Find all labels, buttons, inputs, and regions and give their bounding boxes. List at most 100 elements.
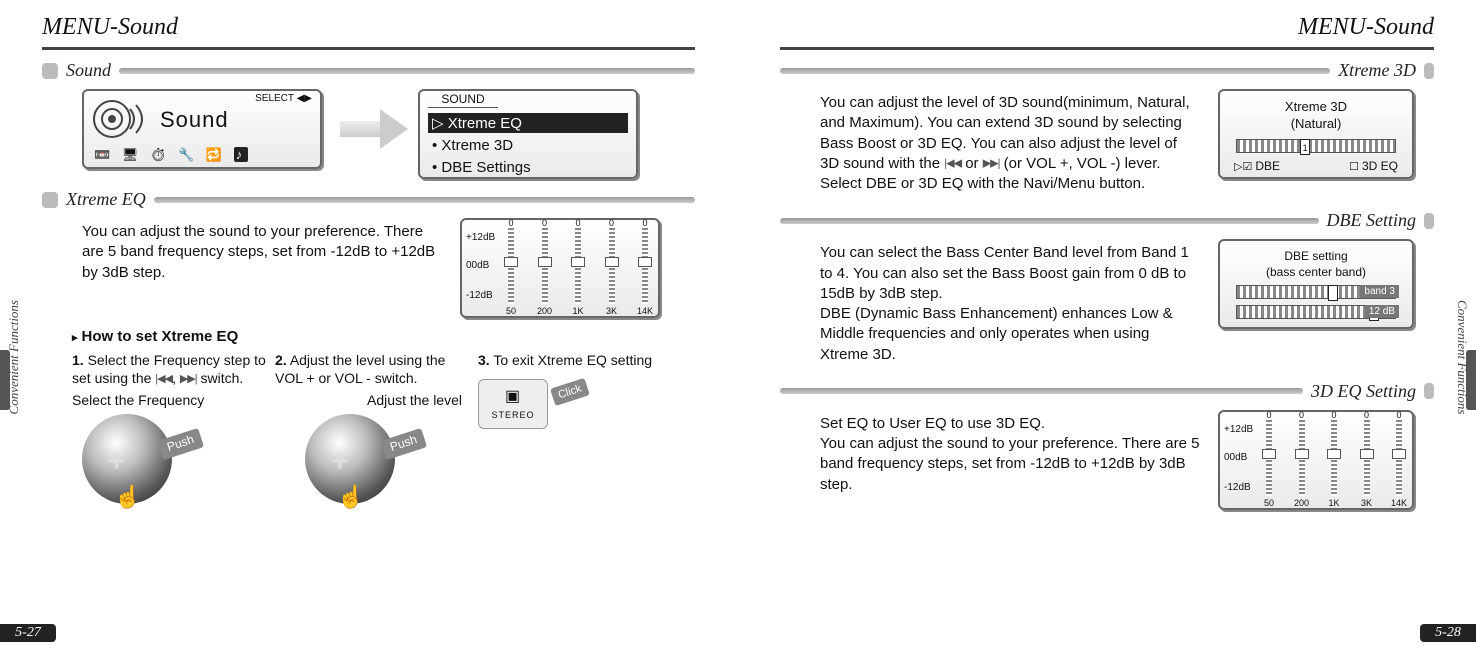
- section-xtreme3d-title: Xtreme 3D: [780, 60, 1434, 81]
- menu-item[interactable]: Xtreme 3D: [428, 136, 628, 155]
- page-right: Convenient Functions MENU-Sound Xtreme 3…: [738, 0, 1476, 652]
- section-label: Xtreme 3D: [1338, 60, 1416, 81]
- section-endcap: [1424, 383, 1434, 399]
- section-label: DBE Setting: [1327, 210, 1416, 231]
- sound-label: Sound: [160, 107, 229, 133]
- eq-band-freq: 50: [1258, 498, 1280, 508]
- howto-title: How to set Xtreme EQ: [72, 328, 675, 345]
- eq-band-value: 0: [605, 218, 619, 228]
- step-caption: Adjust the level: [275, 391, 462, 409]
- gain-slider[interactable]: 12 dB: [1236, 305, 1396, 319]
- eq-band-value: 0: [1295, 410, 1309, 420]
- howto-step-1: 1. Select the Frequency step to set usin…: [72, 351, 269, 504]
- eq-label-bot: -12dB: [466, 290, 493, 301]
- slider-knob[interactable]: 1: [1300, 139, 1310, 155]
- section-bar: [154, 197, 695, 203]
- eq-band-freq: 200: [1291, 498, 1313, 508]
- header-rule: [42, 47, 695, 50]
- stereo-label: STEREO: [491, 410, 534, 422]
- eq-band-freq: 14K: [1388, 498, 1410, 508]
- page-number: 5-27: [0, 624, 56, 642]
- navi-dial[interactable]: + ☝ Push: [295, 414, 415, 504]
- eq-band[interactable]: 0200: [1295, 420, 1309, 496]
- section-bar: [780, 388, 1303, 394]
- plus-icon: +: [108, 442, 126, 481]
- rewind-icon: |◀◀: [155, 373, 172, 385]
- howto-step-2: 2. Adjust the level using the VOL + or V…: [275, 351, 472, 504]
- slider-tag: band 3: [1360, 285, 1399, 298]
- eq-band-value: 0: [504, 218, 518, 228]
- mode-icon: 🔁: [206, 147, 226, 162]
- slider-knob[interactable]: [1328, 285, 1338, 301]
- eq-bands: 050 0200 01K 03K 014K: [504, 228, 652, 304]
- eq-band-value: 0: [538, 218, 552, 228]
- mode-icon: 📼: [94, 147, 114, 162]
- howto-steps: 1. Select the Frequency step to set usin…: [72, 351, 675, 504]
- section-bar: [119, 68, 695, 74]
- eq-bands: 050 0200 01K 03K 014K: [1262, 420, 1406, 496]
- page-left: Convenient Functions MENU-Sound Sound SE…: [0, 0, 738, 652]
- eq-band-value: 0: [571, 218, 585, 228]
- rewind-icon: |◀◀: [944, 157, 961, 169]
- step-text: switch.: [201, 370, 244, 386]
- click-badge: Click: [550, 378, 590, 406]
- menu-item[interactable]: DBE Settings: [428, 158, 628, 177]
- step-number: 2.: [275, 352, 287, 368]
- mode-icon: ⏱: [150, 147, 171, 162]
- level-slider[interactable]: 1: [1236, 139, 1396, 153]
- eq-band[interactable]: 03K: [1360, 420, 1374, 496]
- dbe-para: You can select the Bass Center Band leve…: [820, 243, 1200, 365]
- eq-band[interactable]: 014K: [1392, 420, 1406, 496]
- eq-band-freq: 200: [534, 306, 556, 316]
- step-text: To exit Xtreme EQ setting: [493, 352, 652, 368]
- section-label: Sound: [66, 60, 111, 81]
- stereo-button[interactable]: ▣ STEREO: [478, 379, 548, 429]
- hand-icon: ☝: [114, 483, 141, 512]
- slider-tag: 12 dB: [1365, 305, 1399, 318]
- mode-icon: 🔧: [178, 147, 198, 162]
- eq-screen: +12dB 00dB -12dB 050 0200 01K 03K 014K: [460, 218, 660, 318]
- mode-icon: 🖥: [122, 147, 143, 162]
- para-text: or: [965, 155, 983, 172]
- section-bar: [780, 68, 1330, 74]
- arrow-icon: [340, 109, 400, 149]
- device-screen-sound: SELECT ◀▶ Sound 📼 🖥 ⏱ 🔧 🔁 ♪: [82, 89, 322, 169]
- eq-band[interactable]: 050: [504, 228, 518, 304]
- side-label: Convenient Functions: [6, 300, 24, 414]
- sound-screens-row: SELECT ◀▶ Sound 📼 🖥 ⏱ 🔧 🔁 ♪ SOUND Xtreme…: [82, 89, 675, 179]
- eq-band-value: 0: [638, 218, 652, 228]
- eq-band-freq: 3K: [601, 306, 623, 316]
- option-dbe[interactable]: DBE: [1234, 159, 1280, 173]
- menu-tab: SOUND: [428, 92, 498, 108]
- section-bullet: [42, 192, 58, 208]
- xtreme3d-para: You can adjust the level of 3D sound(min…: [820, 93, 1200, 194]
- eq-band[interactable]: 03K: [605, 228, 619, 304]
- eq-band[interactable]: 014K: [638, 228, 652, 304]
- menu-item[interactable]: Xtreme EQ: [428, 113, 628, 133]
- header-rule: [780, 47, 1434, 50]
- band-slider[interactable]: band 3: [1236, 285, 1396, 299]
- eq-band-freq: 50: [500, 306, 522, 316]
- section-label: 3D EQ Setting: [1311, 381, 1416, 402]
- navi-dial[interactable]: + ☝ Push: [72, 414, 192, 504]
- screen-line: (Natural): [1228, 116, 1404, 131]
- section-3deq-title: 3D EQ Setting: [780, 381, 1434, 402]
- eq3d-para: Set EQ to User EQ to use 3D EQ. You can …: [820, 414, 1200, 495]
- eq-band[interactable]: 01K: [1327, 420, 1341, 496]
- eq-band[interactable]: 050: [1262, 420, 1276, 496]
- hand-icon: ☝: [337, 483, 364, 512]
- eq-band[interactable]: 0200: [538, 228, 552, 304]
- speaker-icon: [90, 97, 150, 141]
- eq3d-row: Set EQ to User EQ to use 3D EQ. You can …: [820, 410, 1414, 510]
- dbe-screen: DBE setting (bass center band) band 3 12…: [1218, 239, 1414, 329]
- eq-band-freq: 1K: [1323, 498, 1345, 508]
- screen-line: Xtreme 3D: [1228, 99, 1404, 114]
- plus-icon: +: [331, 442, 349, 481]
- section-endcap: [1424, 213, 1434, 229]
- stereo-icon: ▣: [505, 387, 521, 408]
- howto-step-3: 3. To exit Xtreme EQ setting ▣ STEREO Cl…: [478, 351, 675, 504]
- step-text: Adjust the level using the VOL + or VOL …: [275, 352, 445, 386]
- eq-band[interactable]: 01K: [571, 228, 585, 304]
- option-3deq[interactable]: 3D EQ: [1349, 159, 1398, 173]
- eq-band-freq: 3K: [1356, 498, 1378, 508]
